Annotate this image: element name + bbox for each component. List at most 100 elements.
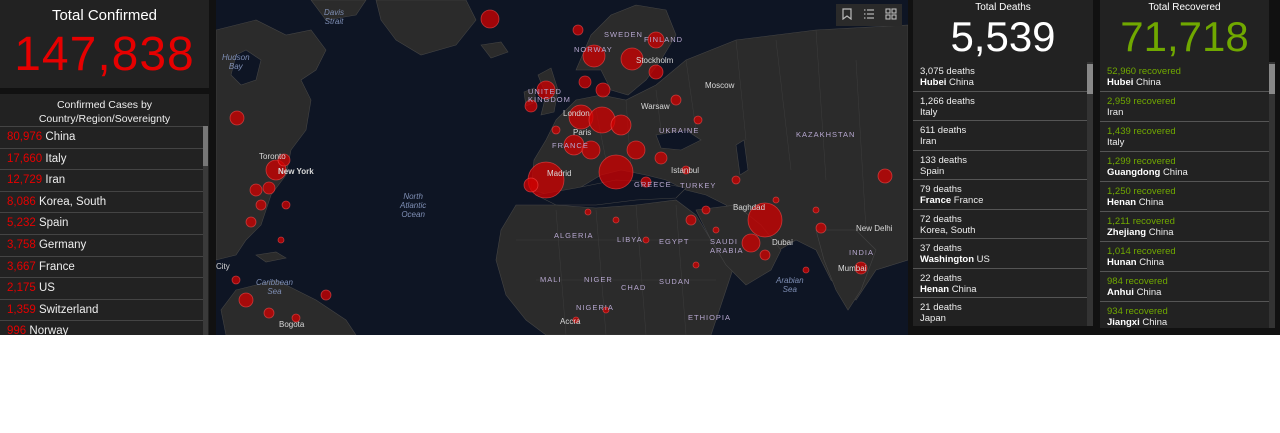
world-map[interactable]: Davis Strait Hudson Bay North Atlantic Ocean… xyxy=(216,0,908,335)
label-finland: FINLAND xyxy=(644,35,684,44)
recovered-row[interactable]: 934 recovered Jiangxi China xyxy=(1100,302,1269,328)
recovered-place: Guangdong xyxy=(1107,167,1161,178)
death-country: US xyxy=(976,254,990,265)
label-greece: GREECE xyxy=(634,180,672,189)
country-row[interactable]: 80,976 China xyxy=(0,126,205,148)
total-recovered-title: Total Recovered xyxy=(1148,2,1221,13)
country-name: Germany xyxy=(38,238,87,251)
label-niger: NIGER xyxy=(584,275,613,284)
list-icon[interactable] xyxy=(861,8,877,22)
death-place: Henan xyxy=(920,283,950,295)
death-place: Hubei xyxy=(920,77,947,88)
label-uk: UNITED KINGDOM xyxy=(528,87,571,104)
total-confirmed-value: 147,838 xyxy=(14,28,195,81)
recovered-count: 1,250 recovered xyxy=(1107,186,1176,197)
recovered-scrollbar[interactable] xyxy=(1269,62,1275,328)
death-count: 1,266 deaths xyxy=(920,95,975,107)
city-toronto: Toronto xyxy=(259,152,286,161)
label-nigeria: NIGERIA xyxy=(576,303,614,312)
country-row[interactable]: 3,667 France xyxy=(0,255,205,278)
country-name: Iran xyxy=(45,174,66,187)
recovered-place: Henan xyxy=(1107,197,1137,208)
total-recovered-panel: Total Recovered 71,718 xyxy=(1100,0,1269,62)
city-mumbai: Mumbai xyxy=(838,264,867,273)
total-deaths-panel: Total Deaths 5,539 xyxy=(913,0,1093,62)
recovered-row[interactable]: 2,959 recovered Iran xyxy=(1100,92,1269,122)
label-hudson-bay: Hudson Bay xyxy=(222,53,250,71)
death-place: Washington xyxy=(920,254,974,265)
dashboard: Total Confirmed 147,838 Confirmed Cases … xyxy=(0,0,1280,335)
city-moscow: Moscow xyxy=(705,81,735,90)
country-list-scroll-thumb[interactable] xyxy=(203,126,208,166)
death-row[interactable]: 1,266 deaths Italy xyxy=(913,92,1093,121)
city-mexico: City xyxy=(216,262,230,271)
city-madrid: Madrid xyxy=(547,169,572,178)
death-row[interactable]: 133 deaths Spain xyxy=(913,151,1093,180)
recovered-country: China xyxy=(1142,317,1168,328)
recovered-scroll-thumb[interactable] xyxy=(1269,64,1275,94)
recovered-place: Anhui xyxy=(1107,287,1134,298)
death-row[interactable]: 22 deaths Henan China xyxy=(913,269,1093,298)
recovered-row[interactable]: 52,960 recovered Hubei China xyxy=(1100,62,1269,92)
country-row[interactable]: 996 Norway xyxy=(0,320,205,335)
recovered-count: 1,439 recovered xyxy=(1107,126,1176,137)
deaths-list: 3,075 deaths Hubei China 1,266 deaths Ita… xyxy=(913,62,1093,326)
label-north-atlantic: North Atlantic Ocean xyxy=(400,192,427,219)
country-name: Norway xyxy=(29,325,69,335)
death-country: Japan xyxy=(920,313,946,324)
country-list: 80,976 China 17,660 Italy 12,729 Iran 8,… xyxy=(0,126,205,335)
country-count: 17,660 xyxy=(7,152,43,165)
label-kazakhstan: KAZAKHSTAN xyxy=(796,130,856,139)
death-count: 611 deaths xyxy=(920,125,967,136)
recovered-row[interactable]: 1,250 recovered Henan China xyxy=(1100,182,1269,212)
country-row[interactable]: 3,758 Germany xyxy=(0,233,205,256)
city-new-york: New York xyxy=(278,167,314,176)
recovered-country: Iran xyxy=(1107,107,1124,118)
label-france: FRANCE xyxy=(552,141,589,150)
deaths-scrollbar[interactable] xyxy=(1087,62,1093,326)
recovered-row[interactable]: 1,299 recovered Guangdong China xyxy=(1100,152,1269,182)
total-confirmed-title: Total Confirmed xyxy=(51,7,158,24)
label-egypt: EGYPT xyxy=(659,237,690,246)
country-row[interactable]: 5,232 Spain xyxy=(0,212,205,234)
total-recovered-value: 71,718 xyxy=(1120,13,1249,60)
recovered-country: China xyxy=(1162,167,1188,178)
city-bogota: Bogota xyxy=(279,320,305,329)
country-row[interactable]: 8,086 Korea, South xyxy=(0,190,205,213)
country-count: 2,175 xyxy=(7,282,36,295)
recovered-list: 52,960 recovered Hubei China 2,959 recove… xyxy=(1100,62,1269,328)
bookmark-icon[interactable] xyxy=(839,8,855,22)
country-row[interactable]: 2,175 US xyxy=(0,277,205,299)
country-name: US xyxy=(38,282,55,295)
death-row[interactable]: 611 deaths Iran xyxy=(913,121,1093,151)
death-count: 3,075 deaths xyxy=(920,66,975,77)
country-count: 1,359 xyxy=(7,303,36,316)
death-country: Spain xyxy=(920,165,945,177)
recovered-row[interactable]: 984 recovered Anhui China xyxy=(1100,272,1269,302)
recovered-country: China xyxy=(1139,257,1165,268)
qr-grid-icon[interactable] xyxy=(883,8,899,22)
death-row[interactable]: 37 deaths Washington US xyxy=(913,239,1093,269)
death-count: 21 deaths xyxy=(920,302,962,313)
recovered-count: 1,211 recovered xyxy=(1107,216,1175,227)
total-deaths-title: Total Deaths xyxy=(975,2,1031,13)
recovered-row[interactable]: 1,211 recovered Zhejiang China xyxy=(1100,212,1269,242)
death-row[interactable]: 79 deaths France France xyxy=(913,180,1093,210)
country-name: Spain xyxy=(38,217,69,230)
country-row[interactable]: 12,729 Iran xyxy=(0,169,205,191)
recovered-row[interactable]: 1,014 recovered Hunan China xyxy=(1100,242,1269,272)
recovered-row[interactable]: 1,439 recovered Italy xyxy=(1100,122,1269,152)
country-row[interactable]: 17,660 Italy xyxy=(0,147,205,170)
city-istanbul: Istanbul xyxy=(671,166,700,175)
country-count: 3,758 xyxy=(7,238,36,251)
recovered-country: China xyxy=(1148,227,1174,238)
death-row[interactable]: 3,075 deaths Hubei China xyxy=(913,62,1093,92)
recovered-place: Hubei xyxy=(1107,77,1134,88)
country-count: 12,729 xyxy=(7,174,43,187)
label-sudan: SUDAN xyxy=(659,277,691,286)
country-row[interactable]: 1,359 Switzerland xyxy=(0,298,205,321)
death-row[interactable]: 72 deaths Korea, South xyxy=(913,210,1093,239)
city-warsaw: Warsaw xyxy=(641,102,670,111)
death-row[interactable]: 21 deaths Japan xyxy=(913,298,1093,326)
deaths-scroll-thumb[interactable] xyxy=(1087,64,1093,94)
